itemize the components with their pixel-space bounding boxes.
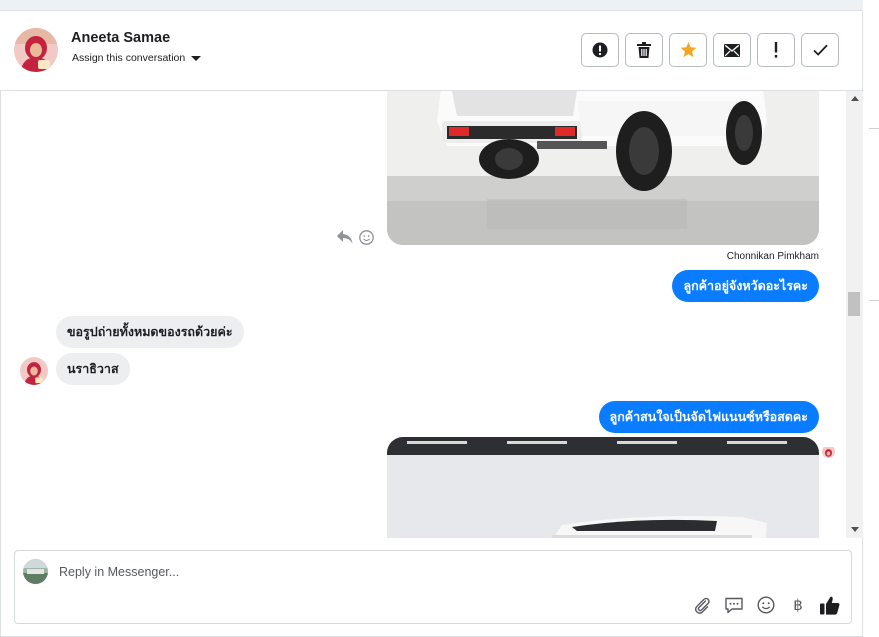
seen-avatar — [822, 445, 835, 458]
window-edge — [863, 0, 879, 637]
assign-label: Assign this conversation — [72, 52, 186, 64]
incoming-message[interactable]: ขอรูปถ่ายทั้งหมดของรถด้วยค่ะ — [56, 316, 244, 348]
reply-arrow-icon[interactable] — [337, 230, 353, 244]
assign-conversation-dropdown[interactable]: Assign this conversation — [72, 52, 202, 64]
scroll-down-arrow-icon[interactable] — [851, 527, 859, 532]
message-actions — [337, 230, 374, 245]
checkmark-icon — [812, 44, 828, 56]
contact-avatar-small — [20, 357, 48, 385]
conversation-toolbar — [581, 33, 839, 67]
outgoing-message[interactable]: ลูกค้าอยู่จังหวัดอะไรคะ — [672, 270, 819, 302]
incoming-message[interactable]: นราธิวาส — [56, 353, 130, 385]
delete-button[interactable] — [625, 33, 663, 67]
react-emoji-icon[interactable] — [359, 230, 374, 245]
outgoing-message[interactable]: ลูกค้าสนใจเป็นจัดไฟแนนซ์หรือสดคะ — [598, 401, 819, 433]
conversation-header: Aneeta Samae Assign this conversation — [0, 11, 862, 91]
thumbs-up-icon[interactable] — [819, 594, 841, 616]
star-icon — [680, 42, 696, 58]
saved-replies-icon[interactable] — [723, 594, 745, 616]
envelope-icon — [724, 43, 740, 57]
exclamation-circle-icon — [592, 42, 608, 58]
reply-box: ฿ — [14, 550, 852, 624]
reply-input[interactable] — [59, 562, 659, 582]
mark-spam-button[interactable] — [581, 33, 619, 67]
caret-down-icon — [191, 55, 202, 61]
message-thread: Chonnikan Pimkham ลูกค้าอยู่จังหวัดอะไรค… — [3, 91, 846, 538]
baht-icon[interactable]: ฿ — [787, 594, 809, 616]
page-avatar — [23, 559, 48, 584]
exclamation-icon — [774, 42, 778, 58]
contact-name: Aneeta Samae — [71, 30, 171, 46]
mark-unread-button[interactable] — [713, 33, 751, 67]
scroll-up-arrow-icon[interactable] — [851, 96, 859, 101]
emoji-icon[interactable] — [755, 594, 777, 616]
follow-up-button[interactable] — [757, 33, 795, 67]
sender-label: Chonnikan Pimkham — [726, 251, 819, 262]
car-photo-rear[interactable] — [387, 91, 819, 245]
baht-glyph: ฿ — [793, 596, 803, 614]
trash-icon — [637, 42, 651, 58]
scrollbar-thumb[interactable] — [848, 292, 860, 316]
car-photo-side[interactable] — [387, 437, 819, 538]
thread-scrollbar[interactable] — [846, 91, 863, 538]
reply-icons: ฿ — [691, 594, 841, 616]
star-button[interactable] — [669, 33, 707, 67]
mark-done-button[interactable] — [801, 33, 839, 67]
contact-avatar[interactable] — [14, 28, 58, 72]
paperclip-icon[interactable] — [691, 594, 713, 616]
